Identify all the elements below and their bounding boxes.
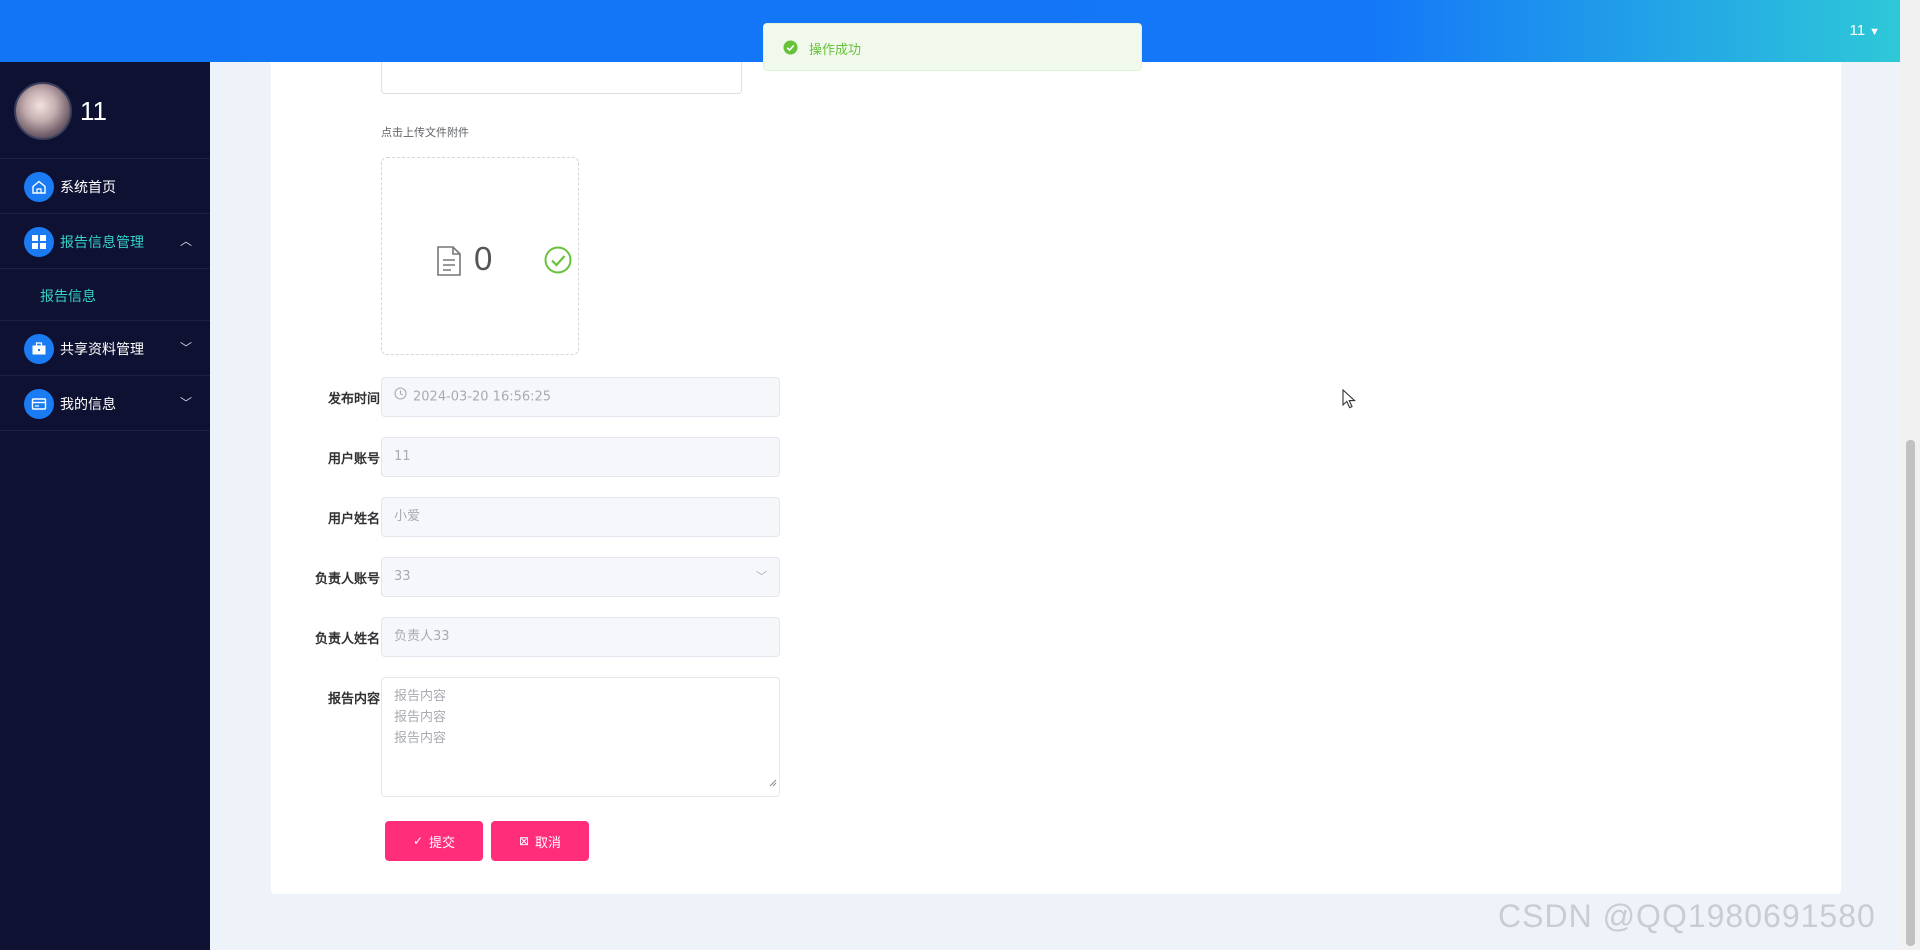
- id-card-icon: [24, 389, 54, 419]
- profile: 11: [0, 62, 210, 159]
- sidebar: 11 系统首页 报告信息管理 ︿ 报告信息 共享资料管理 ﹀ 我的信息 ﹀: [0, 62, 210, 950]
- sidebar-item-label: 报告信息管理: [60, 235, 144, 251]
- watermark: CSDN @QQ1980691580: [1498, 898, 1876, 934]
- user-account-label: 用户账号: [327, 452, 380, 467]
- sidebar-item-home[interactable]: 系统首页: [0, 159, 210, 214]
- manager-account-select[interactable]: 33 ﹀: [381, 557, 780, 597]
- manager-name-input[interactable]: 负责人33: [381, 617, 780, 657]
- user-name-input[interactable]: 小爱: [381, 497, 780, 537]
- home-icon: [24, 172, 54, 202]
- close-square-icon: ⊠: [518, 834, 530, 848]
- report-content-textarea[interactable]: 报告内容 报告内容 报告内容: [381, 677, 780, 797]
- publish-time-input[interactable]: 2024-03-20 16:56:25: [381, 377, 780, 417]
- scrollbar-thumb[interactable]: [1906, 440, 1915, 946]
- submit-button[interactable]: ✓ 提交: [385, 821, 483, 861]
- sidebar-subitem-report-info[interactable]: 报告信息: [0, 269, 210, 321]
- sidebar-item-my-info[interactable]: 我的信息 ﹀: [0, 376, 210, 431]
- avatar: [14, 82, 72, 140]
- chevron-down-icon: ﹀: [756, 570, 767, 583]
- check-circle-icon: [544, 246, 572, 278]
- success-icon: [783, 40, 798, 59]
- manager-account-value: 33: [394, 569, 411, 584]
- sidebar-subitem-label: 报告信息: [40, 289, 96, 305]
- user-name-value: 小爱: [394, 509, 421, 524]
- publish-time-label: 发布时间: [327, 392, 380, 407]
- user-name-label: 用户姓名: [327, 512, 380, 527]
- publish-time-value: 2024-03-20 16:56:25: [413, 389, 552, 405]
- sidebar-item-label: 我的信息: [60, 397, 116, 413]
- previous-field[interactable]: [381, 62, 742, 94]
- manager-name-value: 负责人33: [394, 629, 450, 644]
- toast-message: 操作成功: [809, 43, 862, 58]
- chevron-down-icon: ﹀: [179, 396, 192, 410]
- mouse-cursor-icon: [1342, 388, 1357, 413]
- cancel-button[interactable]: ⊠ 取消: [491, 821, 589, 861]
- user-account-value: 11: [394, 449, 411, 464]
- sidebar-item-label: 系统首页: [60, 180, 116, 196]
- attachment-upload[interactable]: 0: [381, 157, 579, 355]
- grid-icon: [24, 227, 54, 257]
- sidebar-item-report-management[interactable]: 报告信息管理 ︿: [0, 214, 210, 269]
- caret-down-icon: ▼: [1869, 26, 1880, 38]
- check-icon: ✓: [412, 834, 424, 848]
- user-menu-label: 11: [1849, 22, 1866, 39]
- sidebar-item-shared-material[interactable]: 共享资料管理 ﹀: [0, 321, 210, 376]
- chevron-down-icon: ﹀: [179, 341, 192, 355]
- upload-hint: 点击上传文件附件: [381, 126, 469, 139]
- sidebar-item-label: 共享资料管理: [60, 342, 144, 358]
- file-count: 0: [474, 240, 493, 277]
- cancel-label: 取消: [535, 834, 562, 850]
- clock-icon: [394, 378, 407, 416]
- success-toast: 操作成功: [763, 23, 1142, 71]
- document-icon: [436, 246, 462, 280]
- user-account-input[interactable]: 11: [381, 437, 780, 477]
- report-content-label: 报告内容: [327, 692, 380, 707]
- profile-name: 11: [80, 96, 107, 126]
- manager-account-label: 负责人账号: [314, 572, 380, 587]
- briefcase-icon: [24, 334, 54, 364]
- submit-label: 提交: [429, 834, 456, 850]
- resize-handle-icon[interactable]: [769, 773, 777, 794]
- manager-name-label: 负责人姓名: [314, 632, 380, 647]
- chevron-up-icon: ︿: [179, 234, 192, 248]
- report-content-value: 报告内容 报告内容 报告内容: [394, 689, 447, 746]
- user-menu[interactable]: 11 ▼: [1850, 22, 1880, 39]
